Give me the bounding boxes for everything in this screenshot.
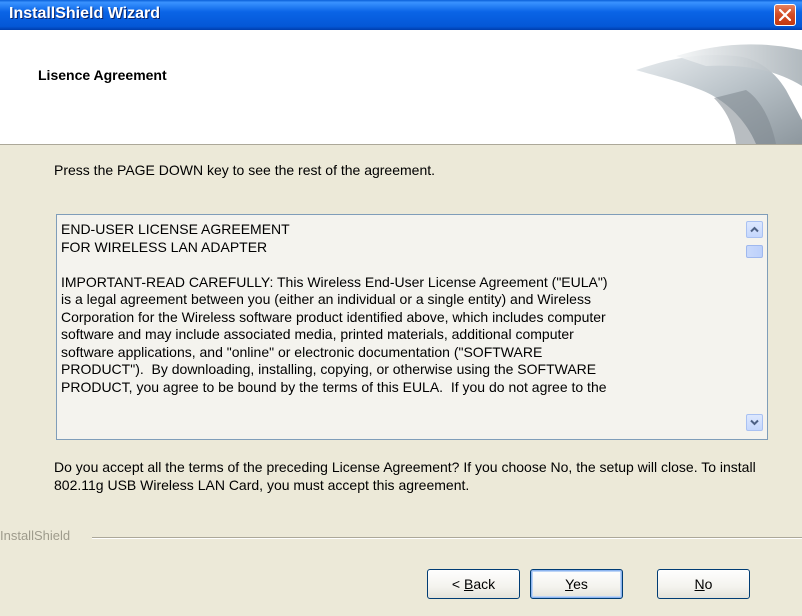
- eula-scrollbar[interactable]: [746, 221, 764, 435]
- eula-textbox[interactable]: END-USER LICENSE AGREEMENT FOR WIRELESS …: [56, 214, 768, 440]
- installshield-window: InstallShield Wizard Lisence Agreement P…: [0, 0, 802, 616]
- instruction-text: Press the PAGE DOWN key to see the rest …: [54, 162, 436, 178]
- eula-text[interactable]: END-USER LICENSE AGREEMENT FOR WIRELESS …: [61, 221, 743, 433]
- wizard-graphic-icon: [636, 44, 802, 144]
- wizard-header: Lisence Agreement: [0, 30, 802, 145]
- back-button-prefix: <: [451, 576, 464, 592]
- back-button[interactable]: < Back: [427, 569, 520, 599]
- scroll-thumb[interactable]: [746, 245, 763, 258]
- yes-button[interactable]: Yes: [530, 569, 623, 599]
- back-button-rest: ack: [473, 576, 496, 592]
- brand-divider: [92, 537, 802, 539]
- title-bar[interactable]: InstallShield Wizard: [0, 0, 802, 30]
- close-button[interactable]: [774, 4, 796, 26]
- no-button-accel: N: [694, 576, 705, 592]
- installshield-brand-label: InstallShield: [0, 528, 71, 543]
- page-title: Lisence Agreement: [38, 67, 167, 83]
- back-button-accel: B: [463, 576, 474, 592]
- scroll-up-button[interactable]: [746, 221, 763, 238]
- no-button-rest: o: [704, 576, 713, 592]
- accept-question-text: Do you accept all the terms of the prece…: [54, 459, 756, 493]
- chevron-down-icon: [750, 419, 759, 426]
- scroll-down-button[interactable]: [746, 414, 763, 431]
- close-icon: [779, 9, 791, 21]
- chevron-up-icon: [750, 226, 759, 233]
- yes-button-accel: Y: [565, 576, 574, 592]
- no-button[interactable]: No: [657, 569, 750, 599]
- yes-button-rest: es: [573, 576, 588, 592]
- window-title: InstallShield Wizard: [9, 5, 160, 22]
